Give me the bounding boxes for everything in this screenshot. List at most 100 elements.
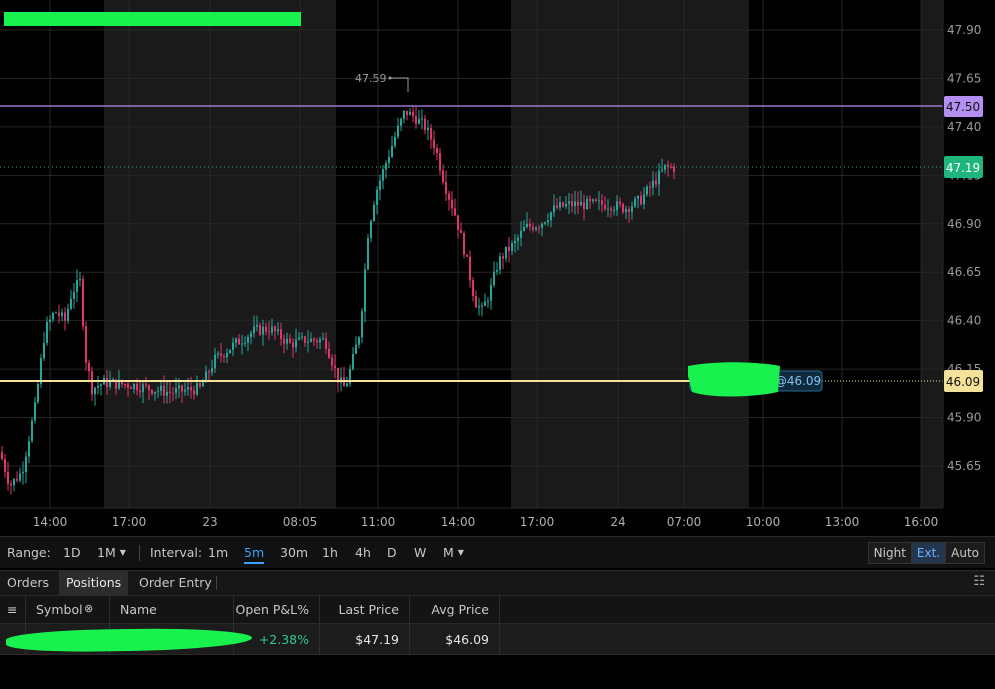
candle [394, 131, 396, 149]
interval-label: Interval: [150, 545, 203, 560]
candle [82, 275, 84, 331]
session-ext-button[interactable]: Ext. [910, 543, 946, 563]
time-tick-label: 13:00 [825, 515, 860, 529]
candle [100, 383, 102, 396]
candle [406, 110, 408, 121]
list-settings-icon[interactable]: ☷ [973, 574, 985, 589]
candle [457, 215, 459, 239]
column-menu-cell[interactable]: ≡ [0, 596, 26, 623]
candle [94, 386, 96, 406]
tab-divider [216, 576, 217, 590]
price-chart[interactable]: 47.59 47.9047.6547.4047.1546.9046.6546.4… [0, 0, 995, 536]
column-header-last-price[interactable]: Last Price [320, 596, 410, 623]
interval-option-w[interactable]: W [414, 545, 426, 560]
interval-option-4h[interactable]: 4h [355, 545, 371, 560]
session-toggle-group: Night Ext. Auto [867, 542, 985, 564]
session-auto-button[interactable]: Auto [945, 543, 984, 563]
candle [85, 321, 87, 371]
time-tick-label: 14:00 [441, 515, 476, 529]
column-header-symbol[interactable]: Symbol ⊗ [26, 596, 110, 623]
tab-positions[interactable]: Positions [59, 571, 129, 595]
panel-tabs: Orders Positions Order Entry ☷ [0, 570, 995, 596]
candle [478, 297, 480, 316]
time-axis[interactable]: 14:00 17:00 23 08:05 11:00 14:00 17:00 24 07:00 1… [33, 515, 939, 529]
price-tick-label: 45.90 [947, 411, 981, 425]
candle [61, 308, 63, 321]
time-tick-label: 08:05 [283, 515, 318, 529]
candle [28, 436, 30, 463]
candle [490, 278, 492, 310]
candle [1, 445, 3, 461]
column-header-avg-price[interactable]: Avg Price [410, 596, 500, 623]
positions-table-header: ≡ Symbol ⊗ Name Open P&L% Last Price Avg … [0, 596, 995, 624]
tab-orders[interactable]: Orders [0, 571, 56, 595]
candle [469, 250, 471, 288]
column-header-open-pl[interactable]: Open P&L% [234, 596, 320, 623]
high-annotation-dot [388, 76, 392, 80]
interval-option-1m[interactable]: 1m [208, 545, 228, 560]
candle [16, 471, 18, 483]
candle [10, 480, 12, 495]
candle [34, 397, 36, 424]
time-tick-label: 07:00 [667, 515, 702, 529]
candle [370, 219, 372, 243]
candle [502, 252, 504, 270]
candle [412, 106, 414, 123]
candle [349, 364, 351, 387]
candle [397, 117, 399, 139]
candle [19, 467, 21, 483]
price-axis[interactable]: 47.9047.6547.4047.1546.9046.6546.4046.15… [947, 23, 981, 473]
interval-option-1h[interactable]: 1h [322, 545, 338, 560]
interval-option-5m[interactable]: 5m [244, 545, 265, 564]
range-option-1d[interactable]: 1D [63, 545, 81, 560]
session-shade-2 [511, 0, 749, 508]
candle [400, 117, 402, 132]
chart-toolbar: Range: 1D 1M ▼ Interval: 1m 5m 30m 1h 4h … [0, 536, 995, 568]
candle [40, 354, 42, 389]
column-header-name[interactable]: Name [110, 596, 234, 623]
candle [76, 269, 78, 302]
session-night-button[interactable]: Night [868, 543, 911, 563]
candle [367, 234, 369, 271]
candle [415, 106, 417, 129]
price-tick-label: 46.65 [947, 265, 981, 279]
candle [43, 332, 45, 361]
candle [73, 282, 75, 309]
candle [481, 302, 483, 317]
candle [484, 293, 486, 306]
range-option-1m[interactable]: 1M ▼ [97, 545, 126, 560]
redaction-mark [688, 362, 780, 397]
position-tag-label: @46.09 [775, 374, 821, 388]
price-tick-label: 46.90 [947, 217, 981, 231]
interval-option-m[interactable]: M ▼ [443, 545, 464, 560]
candle [358, 336, 360, 349]
candle [25, 451, 27, 484]
interval-option-30m[interactable]: 30m [280, 545, 308, 560]
candle [55, 311, 57, 314]
price-tick-label: 47.90 [947, 23, 981, 37]
candle [442, 164, 444, 185]
time-tick-label: 24 [610, 515, 625, 529]
candle [451, 191, 453, 216]
candle [463, 230, 465, 258]
candle [391, 135, 393, 159]
sort-settings-icon[interactable]: ⊗ [84, 602, 93, 615]
candle [91, 367, 93, 402]
candle [424, 115, 426, 135]
candle [454, 198, 456, 217]
candle [4, 453, 6, 478]
chevron-down-icon: ▼ [457, 548, 464, 557]
candle [466, 254, 468, 258]
candle [472, 277, 474, 302]
row-last-price: $47.19 [320, 624, 410, 654]
candle [373, 200, 375, 223]
table-row[interactable]: +2.38% $47.19 $46.09 [0, 624, 995, 655]
chevron-down-icon: ▼ [119, 548, 126, 557]
time-tick-label: 23 [202, 515, 217, 529]
tab-order-entry[interactable]: Order Entry [132, 571, 219, 595]
session-shade-3 [921, 0, 943, 508]
candle [49, 314, 51, 331]
time-tick-label: 11:00 [361, 515, 396, 529]
interval-option-d[interactable]: D [387, 545, 397, 560]
menu-icon[interactable]: ≡ [7, 602, 17, 617]
